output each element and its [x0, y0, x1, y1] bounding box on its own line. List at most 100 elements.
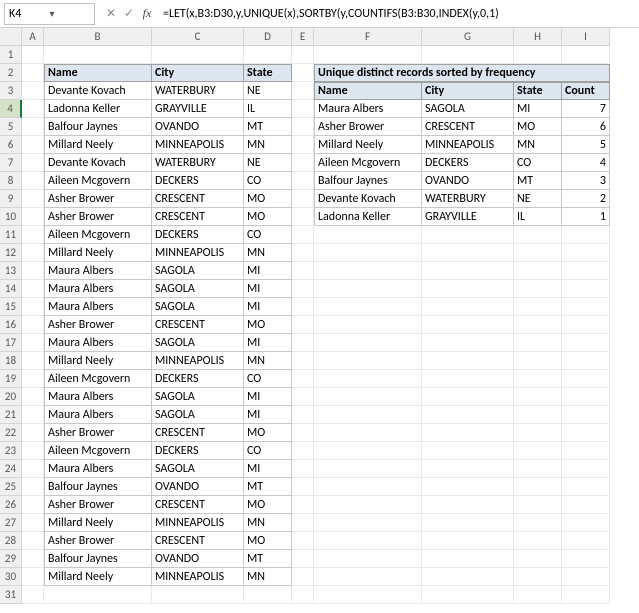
cell-E26[interactable]	[292, 496, 314, 514]
cell-H12[interactable]	[514, 244, 562, 262]
cell-E28[interactable]	[292, 532, 314, 550]
cell-G13[interactable]	[422, 262, 514, 280]
row-header-2[interactable]: 2	[0, 64, 22, 82]
name-box[interactable]: K4 ▾	[4, 3, 95, 25]
cell-H24[interactable]	[514, 460, 562, 478]
cell-H21[interactable]	[514, 406, 562, 424]
cell-I23[interactable]	[562, 442, 610, 460]
cell-A29[interactable]	[22, 550, 44, 568]
row-header-24[interactable]: 24	[0, 460, 22, 478]
cell-H20[interactable]	[514, 388, 562, 406]
row-header-9[interactable]: 9	[0, 190, 22, 208]
cell-A21[interactable]	[22, 406, 44, 424]
row-header-1[interactable]: 1	[0, 46, 22, 64]
cell-G23[interactable]	[422, 442, 514, 460]
cell-A15[interactable]	[22, 298, 44, 316]
cell-E20[interactable]	[292, 388, 314, 406]
cell-I30[interactable]	[562, 568, 610, 586]
cell-A17[interactable]	[22, 334, 44, 352]
row-header-10[interactable]: 10	[0, 208, 22, 226]
cell-E2[interactable]	[292, 64, 314, 82]
cell-G24[interactable]	[422, 460, 514, 478]
cell-I20[interactable]	[562, 388, 610, 406]
cell-A8[interactable]	[22, 172, 44, 190]
cell-I11[interactable]	[562, 226, 610, 244]
select-all-corner[interactable]	[0, 28, 22, 46]
cell-E1[interactable]	[292, 46, 314, 64]
cell-F26[interactable]	[314, 496, 422, 514]
row-header-16[interactable]: 16	[0, 316, 22, 334]
cell-A2[interactable]	[22, 64, 44, 82]
cell-A7[interactable]	[22, 154, 44, 172]
cell-A11[interactable]	[22, 226, 44, 244]
cell-I21[interactable]	[562, 406, 610, 424]
cell-I13[interactable]	[562, 262, 610, 280]
row-header-8[interactable]: 8	[0, 172, 22, 190]
row-header-6[interactable]: 6	[0, 136, 22, 154]
cell-A27[interactable]	[22, 514, 44, 532]
cell-H18[interactable]	[514, 352, 562, 370]
cell-I27[interactable]	[562, 514, 610, 532]
cell-H13[interactable]	[514, 262, 562, 280]
cell-G27[interactable]	[422, 514, 514, 532]
row-header-14[interactable]: 14	[0, 280, 22, 298]
cell-G22[interactable]	[422, 424, 514, 442]
cell-G11[interactable]	[422, 226, 514, 244]
cell-G1[interactable]	[422, 46, 514, 64]
cell-H16[interactable]	[514, 316, 562, 334]
cell-F29[interactable]	[314, 550, 422, 568]
cell-F14[interactable]	[314, 280, 422, 298]
cell-A18[interactable]	[22, 352, 44, 370]
cell-E10[interactable]	[292, 208, 314, 226]
cell-A16[interactable]	[22, 316, 44, 334]
row-header-15[interactable]: 15	[0, 298, 22, 316]
col-header-G[interactable]: G	[422, 28, 514, 46]
cell-A13[interactable]	[22, 262, 44, 280]
cell-E23[interactable]	[292, 442, 314, 460]
cell-G28[interactable]	[422, 532, 514, 550]
cell-F28[interactable]	[314, 532, 422, 550]
cell-A1[interactable]	[22, 46, 44, 64]
cell-H26[interactable]	[514, 496, 562, 514]
cell-F30[interactable]	[314, 568, 422, 586]
cell-E27[interactable]	[292, 514, 314, 532]
cell-E9[interactable]	[292, 190, 314, 208]
cell-F22[interactable]	[314, 424, 422, 442]
cell-G26[interactable]	[422, 496, 514, 514]
cell-E6[interactable]	[292, 136, 314, 154]
col-header-D[interactable]: D	[244, 28, 292, 46]
col-header-I[interactable]: I	[562, 28, 610, 46]
cell-G18[interactable]	[422, 352, 514, 370]
cell-G31[interactable]	[422, 586, 514, 604]
cell-I26[interactable]	[562, 496, 610, 514]
cell-H28[interactable]	[514, 532, 562, 550]
cell-F18[interactable]	[314, 352, 422, 370]
cell-E24[interactable]	[292, 460, 314, 478]
cell-C31[interactable]	[152, 586, 244, 604]
col-header-E[interactable]: E	[292, 28, 314, 46]
cell-I15[interactable]	[562, 298, 610, 316]
cell-F19[interactable]	[314, 370, 422, 388]
cell-I19[interactable]	[562, 370, 610, 388]
cell-G16[interactable]	[422, 316, 514, 334]
cell-A23[interactable]	[22, 442, 44, 460]
row-header-3[interactable]: 3	[0, 82, 22, 100]
cell-D31[interactable]	[244, 586, 292, 604]
cell-E31[interactable]	[292, 586, 314, 604]
row-header-23[interactable]: 23	[0, 442, 22, 460]
cell-A19[interactable]	[22, 370, 44, 388]
col-header-A[interactable]: A	[22, 28, 44, 46]
cell-I17[interactable]	[562, 334, 610, 352]
cell-E13[interactable]	[292, 262, 314, 280]
col-header-H[interactable]: H	[514, 28, 562, 46]
cell-I22[interactable]	[562, 424, 610, 442]
row-header-20[interactable]: 20	[0, 388, 22, 406]
cell-H1[interactable]	[514, 46, 562, 64]
cell-H17[interactable]	[514, 334, 562, 352]
cell-I1[interactable]	[562, 46, 610, 64]
cell-F16[interactable]	[314, 316, 422, 334]
cell-A10[interactable]	[22, 208, 44, 226]
cell-E29[interactable]	[292, 550, 314, 568]
cell-H30[interactable]	[514, 568, 562, 586]
cell-D1[interactable]	[244, 46, 292, 64]
